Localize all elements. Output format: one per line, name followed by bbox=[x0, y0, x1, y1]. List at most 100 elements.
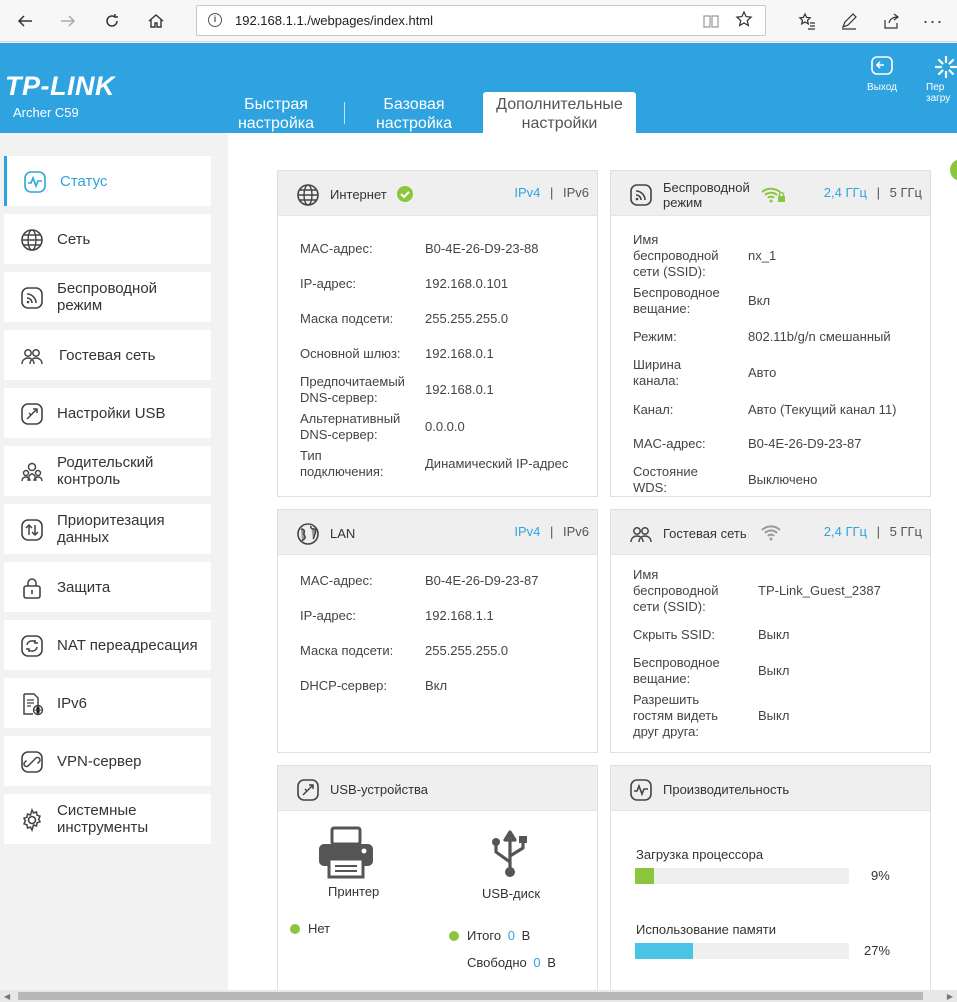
address-bar[interactable]: i 192.168.1.1./webpages/index.html bbox=[196, 5, 766, 36]
row-value: B0-4E-26-D9-23-87 bbox=[748, 436, 862, 451]
sidebar-item-status[interactable]: Статус bbox=[4, 156, 211, 206]
favorites-button[interactable] bbox=[792, 6, 822, 36]
tab-label-line2: настройка bbox=[375, 115, 453, 132]
band-switch: 2,4 ГГц | 5 ГГц bbox=[824, 185, 922, 200]
sidebar-item-usb[interactable]: Настройки USB bbox=[4, 388, 211, 438]
check-ok-icon bbox=[397, 186, 413, 202]
row-value: B0-4E-26-D9-23-87 bbox=[425, 573, 539, 588]
main-content: Интернет IPv4 | IPv6 MAC-адрес: B0-4E-26… bbox=[228, 133, 957, 995]
guests-icon bbox=[630, 527, 652, 543]
logout-label: Выход bbox=[867, 82, 897, 93]
row-value: 192.168.0.101 bbox=[425, 276, 509, 291]
sidebar-item-label: Защита bbox=[57, 578, 111, 596]
row-value: Выкл bbox=[758, 627, 790, 642]
sidebar-item-label: Системные инструменты bbox=[57, 802, 149, 836]
wifi-icon bbox=[761, 525, 781, 541]
forward-button[interactable] bbox=[53, 6, 83, 36]
favorites-list-icon bbox=[798, 12, 815, 30]
row-value: 802.11b/g/n смешанный bbox=[748, 329, 891, 344]
sidebar-item-guest[interactable]: Гостевая сеть bbox=[4, 330, 211, 380]
globe-filled-icon bbox=[297, 523, 319, 545]
sidebar-item-parental[interactable]: Родительский контроль bbox=[4, 446, 211, 496]
usb-devices-card: USB-устройства Принтер Нет USB-диск Итог… bbox=[277, 765, 598, 995]
horizontal-scrollbar[interactable]: ◀ ▶ bbox=[0, 990, 957, 1002]
back-button[interactable] bbox=[10, 6, 40, 36]
usb-symbol-icon bbox=[492, 830, 527, 877]
sidebar: Статус Сеть Беспроводной режим Гостевая с… bbox=[0, 133, 228, 1002]
lan-title: LAN bbox=[330, 526, 356, 541]
usb-title: USB-устройства bbox=[330, 782, 429, 797]
band-5-link[interactable]: 5 ГГц bbox=[890, 185, 922, 200]
ipv6-link[interactable]: IPv6 bbox=[563, 524, 589, 539]
home-icon bbox=[148, 14, 164, 28]
more-button[interactable]: ··· bbox=[918, 6, 948, 36]
tab-quick-setup[interactable]: Быстрая настройка bbox=[233, 95, 319, 133]
band-24-link[interactable]: 2,4 ГГц bbox=[824, 524, 867, 539]
notes-button[interactable] bbox=[834, 6, 864, 36]
tab-label-line1: Дополнительные bbox=[496, 96, 623, 113]
logout-button[interactable]: Выход bbox=[862, 55, 902, 93]
usb-disk-status-dot bbox=[449, 931, 459, 941]
row-label: MAC-адрес: bbox=[633, 436, 706, 451]
ipv6-document-icon bbox=[23, 693, 44, 716]
memory-bar-track bbox=[635, 943, 849, 959]
row-value: Авто bbox=[748, 365, 777, 380]
row-label: Разрешить гостям видеть друг друга: bbox=[633, 692, 719, 739]
ipv4-link[interactable]: IPv4 bbox=[514, 524, 540, 539]
row-value: Авто (Текущий канал 11) bbox=[748, 402, 897, 417]
sidebar-item-wireless[interactable]: Беспроводной режим bbox=[4, 272, 211, 322]
tab-label-line1: Быстрая bbox=[244, 96, 308, 113]
router-header: TP-LINK Archer C59 Быстрая настройка Баз… bbox=[0, 43, 957, 133]
reading-view-icon[interactable] bbox=[702, 12, 720, 30]
refresh-button[interactable] bbox=[97, 6, 127, 36]
sidebar-item-security[interactable]: Защита bbox=[4, 562, 211, 612]
sidebar-item-system-tools[interactable]: Системные инструменты bbox=[4, 794, 211, 844]
home-button[interactable] bbox=[141, 6, 171, 36]
printer-icon bbox=[319, 826, 373, 879]
sidebar-item-label: Статус bbox=[60, 172, 108, 190]
lock-icon bbox=[23, 578, 41, 599]
share-button[interactable] bbox=[876, 6, 906, 36]
internet-title: Интернет bbox=[330, 187, 387, 202]
row-value: Вкл bbox=[748, 293, 771, 308]
url-text[interactable]: 192.168.1.1./webpages/index.html bbox=[235, 13, 433, 28]
printer-status: Нет bbox=[308, 921, 331, 936]
row-value: 0.0.0.0 bbox=[425, 419, 465, 434]
performance-title: Производительность bbox=[663, 782, 790, 797]
band-24-link[interactable]: 2,4 ГГц bbox=[824, 185, 867, 200]
tab-advanced[interactable]: Дополнительные настройки bbox=[483, 92, 636, 133]
row-value: 192.168.1.1 bbox=[425, 608, 494, 623]
performance-card: Производительность Загрузка процессора 9… bbox=[610, 765, 931, 995]
wireless-icon bbox=[21, 287, 43, 309]
sidebar-item-network[interactable]: Сеть bbox=[4, 214, 211, 264]
usb-free: Свободно 0 B bbox=[467, 955, 556, 970]
printer-label: Принтер bbox=[328, 884, 380, 899]
sidebar-item-ipv6[interactable]: IPv6 bbox=[4, 678, 211, 728]
wireless-icon bbox=[630, 184, 652, 206]
pen-icon bbox=[841, 13, 857, 30]
sidebar-item-vpn[interactable]: VPN-сервер bbox=[4, 736, 211, 786]
ipv6-link[interactable]: IPv6 bbox=[563, 185, 589, 200]
row-value: TP-Link_Guest_2387 bbox=[758, 583, 881, 598]
favorite-star-icon[interactable] bbox=[735, 10, 753, 28]
row-label: Основной шлюз: bbox=[300, 346, 401, 361]
usb-card-header: USB-устройства bbox=[278, 766, 597, 811]
row-value: Вкл bbox=[425, 678, 448, 693]
side-status-tab[interactable] bbox=[950, 159, 957, 181]
cpu-label: Загрузка процессора bbox=[636, 847, 764, 862]
wifi-locked-icon bbox=[761, 187, 785, 203]
row-value: B0-4E-26-D9-23-88 bbox=[425, 241, 539, 256]
ipv4-link[interactable]: IPv4 bbox=[514, 185, 540, 200]
row-label: IP-адрес: bbox=[300, 608, 356, 623]
reboot-button[interactable]: Пер загру bbox=[926, 55, 957, 104]
sidebar-item-qos[interactable]: Приоритезация данных bbox=[4, 504, 211, 554]
info-icon[interactable]: i bbox=[208, 13, 222, 27]
sidebar-item-nat[interactable]: NAT переадресация bbox=[4, 620, 211, 670]
tab-basic[interactable]: Базовая настройка bbox=[369, 95, 459, 133]
tab-label-line2: настройки bbox=[521, 115, 598, 132]
scroll-left-icon[interactable]: ◀ bbox=[4, 992, 10, 1001]
wireless-card: Беспроводной режим 2,4 ГГц | 5 ГГц Имя бес… bbox=[610, 170, 931, 497]
band-5-link[interactable]: 5 ГГц bbox=[890, 524, 922, 539]
scroll-right-icon[interactable]: ▶ bbox=[947, 992, 953, 1001]
scroll-thumb[interactable] bbox=[18, 992, 923, 1000]
